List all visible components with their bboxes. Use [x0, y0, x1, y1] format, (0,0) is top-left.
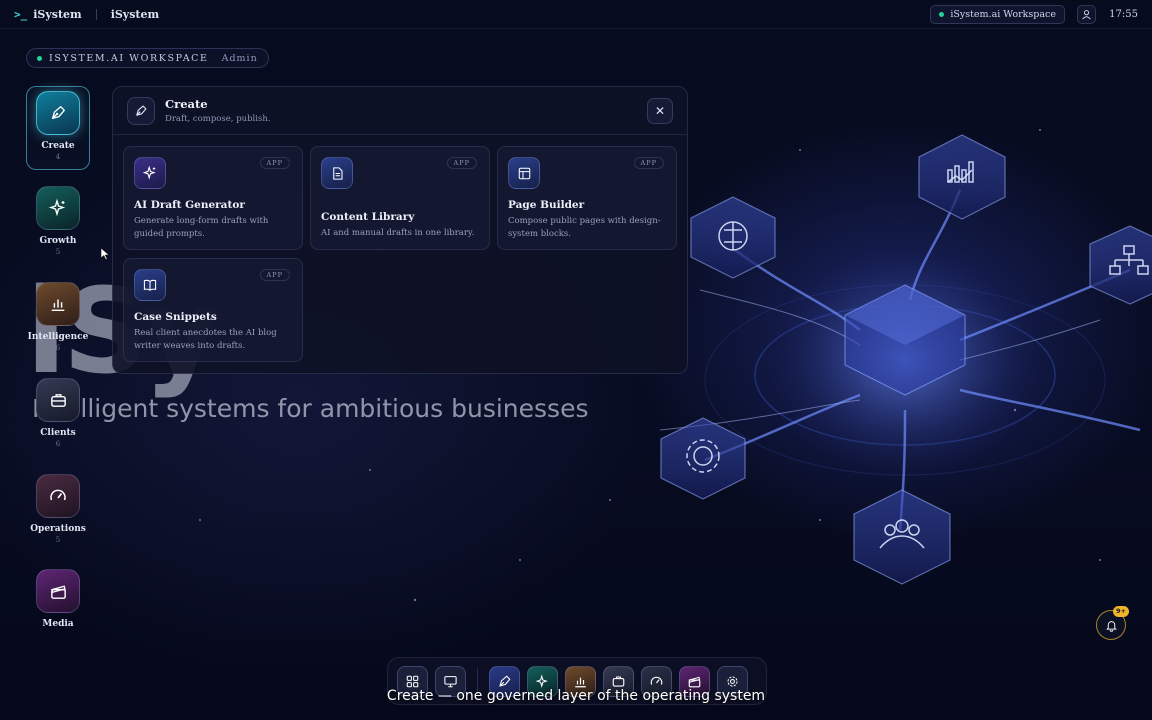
monitor-icon [444, 675, 457, 687]
bar-chart-icon [575, 677, 586, 687]
rail-label: Operations [30, 524, 86, 534]
topbar-right: iSystem.ai Workspace 17:55 [930, 4, 1138, 24]
app-card-ai-draft-generator[interactable]: APP AI Draft Generator Generate long-for… [123, 146, 303, 250]
card-description: Generate long-form drafts with guided pr… [134, 216, 269, 239]
layout-icon [508, 157, 540, 189]
app-badge: APP [259, 269, 290, 281]
grid-icon [406, 675, 419, 687]
terminal-prompt-icon: >_ [14, 7, 28, 21]
bell-icon [1105, 620, 1117, 632]
bar-chart-icon [36, 282, 80, 326]
rail-count: 6 [55, 440, 61, 448]
topbar-divider [95, 8, 97, 20]
user-icon [1082, 9, 1091, 19]
notification-count-badge: 9+ [1113, 606, 1129, 617]
pen-nib-icon [499, 675, 511, 687]
sparkles-icon [134, 157, 166, 189]
close-button[interactable]: ✕ [647, 97, 673, 124]
document-icon [321, 157, 353, 189]
gauge-icon [650, 676, 663, 685]
book-open-icon [134, 269, 166, 301]
app-badge: APP [259, 157, 290, 169]
card-title: AI Draft Generator [134, 199, 245, 211]
rail-count: 4 [55, 153, 61, 161]
briefcase-icon [612, 675, 625, 687]
sparkles-icon [535, 673, 548, 688]
rail-label: Clients [40, 428, 76, 438]
rail-count: 5 [55, 248, 61, 256]
app-card-page-builder[interactable]: APP Page Builder Compose public pages wi… [497, 146, 677, 250]
rail-item-intelligence[interactable]: Intelligence 6 [26, 282, 90, 352]
panel-title: Create [165, 97, 208, 111]
clock: 17:55 [1109, 8, 1138, 20]
panel-header: Create Draft, compose, publish. ✕ [113, 87, 687, 135]
workspace-pill[interactable]: ISYSTEM.AI WORKSPACE Admin [26, 48, 269, 68]
gear-icon [727, 675, 738, 687]
hero-tagline: Intelligent systems for ambitious busine… [32, 394, 589, 423]
card-description: Compose public pages with design-system … [508, 216, 661, 239]
rail-label: Create [41, 141, 75, 151]
pen-nib-icon [36, 91, 80, 135]
mouse-cursor-icon [100, 247, 110, 260]
rail-count: 6 [55, 344, 61, 352]
rail-label: Intelligence [27, 332, 89, 342]
video-caption: Create — one governed layer of the opera… [386, 688, 766, 704]
rail-item-operations[interactable]: Operations 5 [26, 474, 90, 544]
rail-label: Growth [39, 236, 77, 246]
briefcase-icon [36, 378, 80, 422]
workspace-chip-label: iSystem.ai Workspace [950, 8, 1056, 20]
app-badge: APP [633, 157, 664, 169]
rail-item-growth[interactable]: Growth 5 [26, 186, 90, 256]
brand-name: iSystem [33, 7, 82, 21]
card-description: AI and manual drafts in one library. [321, 228, 475, 238]
app-title: iSystem [110, 7, 160, 21]
app-card-content-library[interactable]: APP Content Library AI and manual drafts… [310, 146, 490, 250]
card-title: Page Builder [508, 199, 585, 211]
close-icon: ✕ [654, 103, 666, 118]
workspace-role: Admin [221, 52, 258, 64]
app-card-case-snippets[interactable]: APP Case Snippets Real client anecdotes … [123, 258, 303, 362]
rail-count: 5 [55, 536, 61, 544]
card-description: Real client anecdotes the AI blog writer… [134, 328, 277, 351]
workspace-status-dot [37, 55, 42, 61]
rail-item-media[interactable]: Media [26, 569, 90, 629]
app-badge: APP [446, 157, 477, 169]
rail-label: Media [42, 619, 74, 629]
workspace-switcher[interactable]: iSystem.ai Workspace [930, 4, 1065, 24]
card-title: Content Library [321, 211, 415, 223]
brand[interactable]: >_ iSystem [14, 8, 82, 21]
card-title: Case Snippets [134, 311, 217, 323]
rail-item-create[interactable]: Create 4 [26, 86, 90, 170]
top-bar: >_ iSystem iSystem iSystem.ai Workspace … [0, 0, 1152, 29]
panel-subtitle: Draft, compose, publish. [165, 114, 271, 124]
status-dot [939, 11, 945, 17]
workspace-name: ISYSTEM.AI WORKSPACE [49, 52, 209, 64]
clapperboard-icon [36, 569, 80, 613]
rail-item-clients[interactable]: Clients 6 [26, 378, 90, 448]
clapperboard-icon [688, 676, 701, 687]
user-menu-button[interactable] [1077, 4, 1096, 24]
create-panel: Create Draft, compose, publish. ✕ APP AI… [112, 86, 688, 374]
pen-nib-icon [127, 96, 155, 125]
gauge-icon [36, 474, 80, 518]
sparkles-icon [36, 186, 80, 230]
